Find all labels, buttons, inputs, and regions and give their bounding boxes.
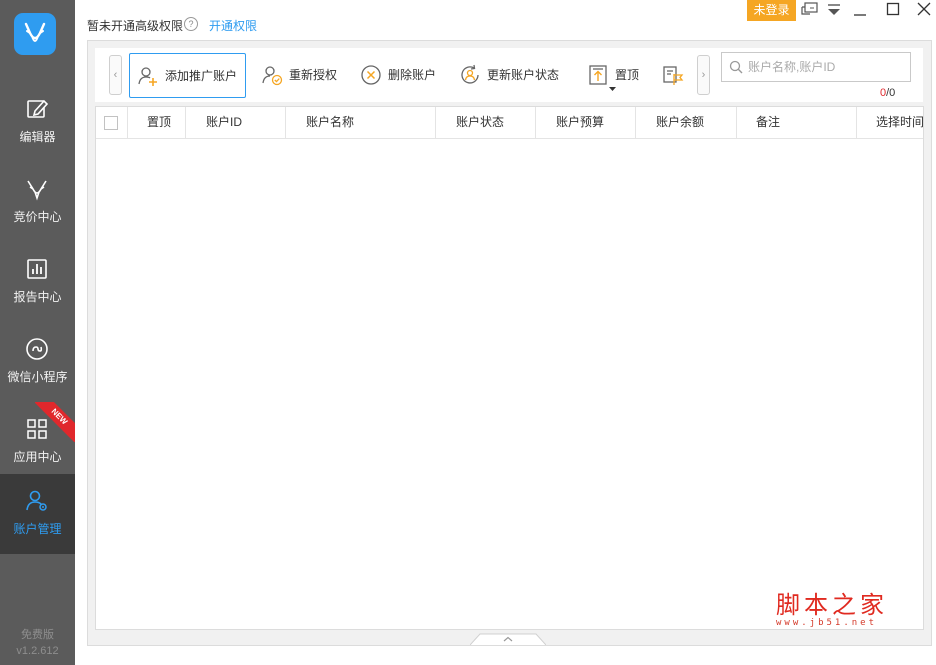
edit-icon [27,99,49,118]
sidebar-item-bidding[interactable]: 竞价中心 [0,162,75,242]
refresh-user-icon [461,64,479,84]
sidebar-item-label: 微信小程序 [7,370,68,384]
mini-program-icon [26,338,48,360]
collapse-panel-tab[interactable] [470,633,546,645]
open-permission-link[interactable]: 开通权限 [209,17,257,34]
deer-logo-icon [24,22,46,42]
app-logo [14,13,56,55]
select-all-cell [96,107,128,138]
reauthorize-label: 重新授权 [289,68,338,82]
sidebar-item-label: 报告中心 [13,290,62,304]
accounts-table: 置顶 账户ID 账户名称 账户状态 账户预算 账户余额 备注 选择时间 [95,106,924,630]
sidebar-item-miniprogram[interactable]: 微信小程序 [0,322,75,402]
toolbar-scroll-right-button[interactable]: › [697,55,710,95]
version-label: v1.2.612 [16,645,59,657]
permission-notice: 暂未开通高级权限 [87,19,184,33]
pin-top-label: 置顶 [615,68,640,82]
sidebar-item-account-management[interactable]: 账户管理 [0,474,75,554]
update-status-label: 更新账户状态 [487,68,560,82]
add-user-icon [138,66,157,86]
pin-top-icon [589,64,607,85]
watermark-title: 脚本之家 [776,591,888,619]
close-icon[interactable] [915,2,933,18]
column-header-account-budget[interactable]: 账户预算 [537,107,636,138]
column-header-remark[interactable]: 备注 [738,107,857,138]
update-status-button[interactable]: 更新账户状态 [459,53,559,96]
search-icon [729,60,743,74]
pin-dropdown-arrow-icon[interactable] [609,87,616,92]
edition-label: 免费版 [21,629,54,641]
sidebar-item-reports[interactable]: 报告中心 [0,242,75,322]
new-badge-text: NEW [35,402,75,442]
users-gear-icon [26,490,47,511]
menu-dropdown-icon[interactable] [825,2,843,18]
column-header-account-status[interactable]: 账户状态 [437,107,536,138]
deer-antler-icon [27,180,47,201]
counter-total: /0 [886,87,896,99]
delete-account-button[interactable]: 删除账户 [360,53,436,96]
search-box[interactable] [721,52,911,82]
bar-chart-icon [27,259,47,279]
selection-counter: 0/0 [880,87,895,99]
flag-button[interactable] [662,53,690,96]
watermark-url: www.jb51.net [776,618,878,628]
help-icon[interactable]: ? [184,17,198,31]
login-status-badge[interactable]: 未登录 [747,0,796,21]
watermark: 脚本之家 www.jb51.net [776,585,888,628]
add-account-label: 添加推广账户 [165,69,238,83]
search-input[interactable] [746,53,908,81]
column-header-account-name[interactable]: 账户名称 [287,107,436,138]
add-account-button[interactable]: 添加推广账户 [129,53,247,98]
sidebar-item-label: 应用中心 [13,450,62,464]
new-badge: NEW [35,402,75,442]
sidebar: 编辑器 竞价中心 报告中心 微信小程序 应用中心 NEW 账户管理 免费版 v1… [0,0,75,665]
sidebar-item-editor[interactable]: 编辑器 [0,82,75,162]
minimize-icon[interactable] [851,2,869,18]
table-header: 置顶 账户ID 账户名称 账户状态 账户预算 账户余额 备注 选择时间 [96,107,923,139]
column-header-pin[interactable]: 置顶 [127,107,186,138]
sidebar-item-label: 账户管理 [13,522,62,536]
column-header-select-time[interactable]: 选择时间 [858,107,923,138]
sidebar-item-label: 竞价中心 [13,210,62,224]
maximize-icon[interactable] [884,2,902,18]
feedback-icon[interactable] [801,2,819,18]
flag-icon [663,65,684,85]
sidebar-item-apps[interactable]: 应用中心 NEW [0,402,75,482]
select-all-checkbox[interactable] [104,116,118,130]
delete-account-label: 删除账户 [388,68,437,82]
reauthorize-button[interactable]: 重新授权 [261,53,337,96]
toolbar-scroll-left-button[interactable]: ‹ [109,55,122,95]
column-header-account-id[interactable]: 账户ID [187,107,286,138]
delete-circle-icon [361,64,381,85]
sidebar-item-label: 编辑器 [19,130,56,144]
user-check-icon [262,65,283,85]
column-header-account-balance[interactable]: 账户余额 [637,107,737,138]
